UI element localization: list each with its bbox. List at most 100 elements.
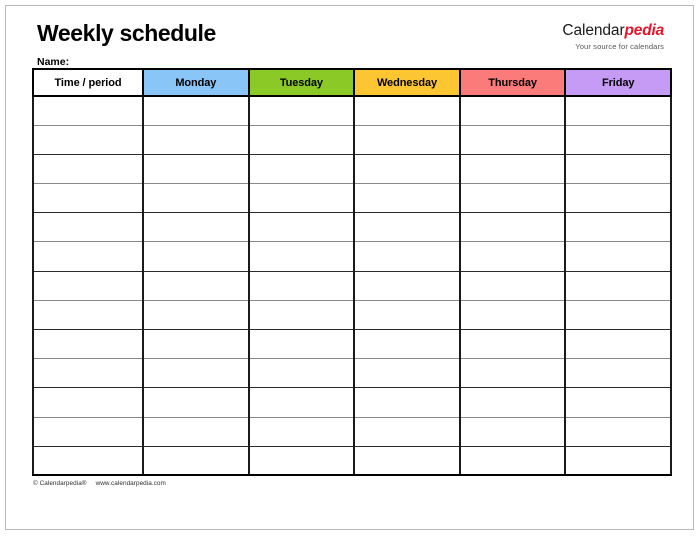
brand-tagline: Your source for calendars	[575, 41, 664, 51]
schedule-cell-wednesday[interactable]	[353, 445, 461, 477]
schedule-cell-time[interactable]	[32, 445, 144, 477]
schedule-cell-wednesday[interactable]	[353, 153, 461, 184]
table-row	[32, 124, 672, 155]
schedule-cell-thursday[interactable]	[458, 416, 567, 447]
schedule-cell-tuesday[interactable]	[247, 153, 356, 184]
schedule-cell-friday[interactable]	[564, 328, 672, 359]
schedule-cell-thursday[interactable]	[458, 94, 567, 126]
schedule-cell-tuesday[interactable]	[247, 358, 356, 388]
schedule-header-row: Time / period Monday Tuesday Wednesday T…	[32, 68, 672, 97]
schedule-cell-tuesday[interactable]	[247, 94, 356, 126]
schedule-cell-friday[interactable]	[564, 299, 672, 330]
schedule-cell-wednesday[interactable]	[353, 270, 461, 301]
schedule-cell-friday[interactable]	[564, 270, 672, 301]
schedule-cell-wednesday[interactable]	[353, 299, 461, 330]
schedule-cell-thursday[interactable]	[458, 212, 567, 242]
schedule-cell-friday[interactable]	[564, 212, 672, 242]
schedule-table-wrapper: Time / period Monday Tuesday Wednesday T…	[31, 68, 672, 477]
schedule-cell-thursday[interactable]	[458, 445, 567, 477]
schedule-cell-friday[interactable]	[564, 358, 672, 388]
schedule-cell-time[interactable]	[32, 387, 144, 418]
schedule-cell-thursday[interactable]	[458, 183, 567, 213]
schedule-cell-wednesday[interactable]	[353, 124, 461, 155]
schedule-cell-monday[interactable]	[142, 387, 250, 418]
schedule-cell-friday[interactable]	[564, 153, 672, 184]
schedule-cell-wednesday[interactable]	[353, 328, 461, 359]
table-row	[32, 241, 672, 272]
schedule-cell-friday[interactable]	[564, 416, 672, 447]
schedule-cell-tuesday[interactable]	[247, 212, 356, 242]
schedule-cell-wednesday[interactable]	[353, 212, 461, 242]
table-row	[32, 445, 672, 477]
schedule-cell-monday[interactable]	[142, 299, 250, 330]
schedule-cell-friday[interactable]	[564, 183, 672, 213]
schedule-cell-tuesday[interactable]	[247, 387, 356, 418]
column-header-time-period: Time / period	[32, 68, 144, 97]
table-row	[32, 328, 672, 359]
table-row	[32, 94, 672, 126]
table-row	[32, 270, 672, 301]
schedule-cell-tuesday[interactable]	[247, 445, 356, 477]
brand-word-pedia: pedia	[624, 22, 665, 39]
table-row	[32, 416, 672, 447]
schedule-cell-time[interactable]	[32, 212, 144, 242]
schedule-cell-time[interactable]	[32, 183, 144, 213]
schedule-cell-time[interactable]	[32, 153, 144, 184]
schedule-cell-thursday[interactable]	[458, 299, 567, 330]
schedule-cell-tuesday[interactable]	[247, 270, 356, 301]
footer-copyright: © Calendarpedia®	[33, 480, 87, 488]
schedule-cell-thursday[interactable]	[458, 358, 567, 388]
schedule-cell-time[interactable]	[32, 358, 144, 388]
schedule-cell-tuesday[interactable]	[247, 241, 356, 272]
schedule-cell-monday[interactable]	[142, 183, 250, 213]
schedule-cell-monday[interactable]	[142, 212, 250, 242]
schedule-cell-tuesday[interactable]	[247, 299, 356, 330]
schedule-cell-wednesday[interactable]	[353, 94, 461, 126]
schedule-cell-wednesday[interactable]	[353, 358, 461, 388]
schedule-cell-monday[interactable]	[142, 124, 250, 155]
schedule-cell-thursday[interactable]	[458, 241, 567, 272]
schedule-cell-wednesday[interactable]	[353, 387, 461, 418]
schedule-cell-friday[interactable]	[564, 241, 672, 272]
schedule-cell-time[interactable]	[32, 416, 144, 447]
table-row	[32, 358, 672, 388]
schedule-cell-thursday[interactable]	[458, 328, 567, 359]
weekly-schedule-page: Weekly schedule Name: Calendarpedia Your…	[0, 0, 700, 536]
schedule-cell-monday[interactable]	[142, 153, 250, 184]
schedule-cell-friday[interactable]	[564, 387, 672, 418]
schedule-cell-monday[interactable]	[142, 270, 250, 301]
column-header-tuesday: Tuesday	[247, 68, 356, 97]
schedule-cell-thursday[interactable]	[458, 270, 567, 301]
schedule-cell-tuesday[interactable]	[247, 416, 356, 447]
schedule-cell-monday[interactable]	[142, 445, 250, 477]
schedule-cell-monday[interactable]	[142, 94, 250, 126]
schedule-cell-thursday[interactable]	[458, 153, 567, 184]
schedule-cell-time[interactable]	[32, 124, 144, 155]
schedule-cell-tuesday[interactable]	[247, 183, 356, 213]
column-header-wednesday: Wednesday	[353, 68, 461, 97]
schedule-cell-wednesday[interactable]	[353, 416, 461, 447]
schedule-cell-monday[interactable]	[142, 241, 250, 272]
schedule-cell-wednesday[interactable]	[353, 241, 461, 272]
schedule-cell-friday[interactable]	[564, 445, 672, 477]
calendarpedia-logo[interactable]: Calendarpedia Your source for calendars	[562, 23, 664, 51]
page-title: Weekly schedule	[37, 20, 216, 46]
page-header: Weekly schedule Name: Calendarpedia Your…	[31, 0, 669, 68]
schedule-cell-tuesday[interactable]	[247, 124, 356, 155]
schedule-cell-thursday[interactable]	[458, 387, 567, 418]
schedule-cell-time[interactable]	[32, 328, 144, 359]
schedule-cell-wednesday[interactable]	[353, 183, 461, 213]
schedule-cell-monday[interactable]	[142, 358, 250, 388]
schedule-cell-time[interactable]	[32, 299, 144, 330]
schedule-cell-monday[interactable]	[142, 328, 250, 359]
schedule-cell-time[interactable]	[32, 270, 144, 301]
table-row	[32, 387, 672, 418]
schedule-cell-friday[interactable]	[564, 124, 672, 155]
schedule-cell-tuesday[interactable]	[247, 328, 356, 359]
schedule-cell-friday[interactable]	[564, 94, 672, 126]
schedule-cell-time[interactable]	[32, 241, 144, 272]
schedule-cell-monday[interactable]	[142, 416, 250, 447]
schedule-cell-thursday[interactable]	[458, 124, 567, 155]
footer-website[interactable]: www.calendarpedia.com	[96, 480, 166, 487]
schedule-cell-time[interactable]	[32, 94, 144, 126]
